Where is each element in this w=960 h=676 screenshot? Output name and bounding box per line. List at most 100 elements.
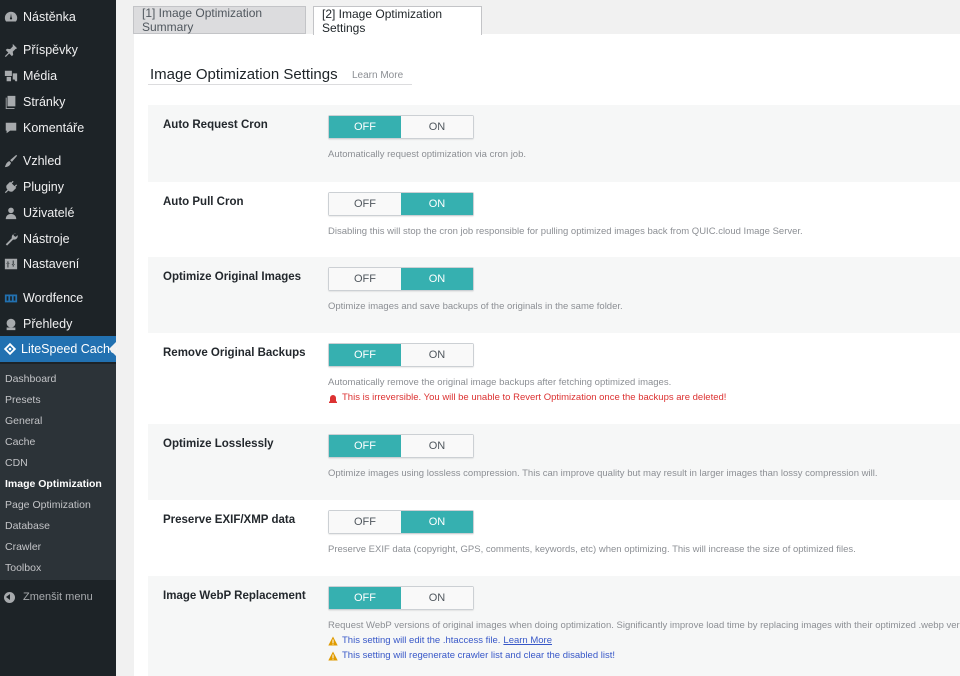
user-icon (3, 205, 19, 221)
sidebar-item-plugins[interactable]: Pluginy (0, 174, 116, 200)
collapse-menu-label: Zmenšit menu (23, 591, 93, 603)
sidebar-item-label: Nástroje (23, 232, 70, 246)
admin-sidebar: Nástěnka Příspěvky Média Stránky Komentá… (0, 0, 117, 676)
sidebar-item-appearance[interactable]: Vzhled (0, 148, 116, 174)
sidebar-item-label: Uživatelé (23, 206, 75, 220)
alarm-icon (329, 394, 337, 403)
setting-label: Image WebP Replacement (163, 590, 306, 602)
submenu-item-presets[interactable]: Presets (5, 394, 41, 406)
setting-label: Auto Pull Cron (163, 196, 244, 208)
toggle-on-option[interactable]: ON (401, 193, 473, 215)
toggle-off-option[interactable]: OFF (329, 511, 401, 533)
toggle-off-option[interactable]: OFF (329, 587, 401, 609)
submenu-item-general[interactable]: General (5, 415, 42, 427)
irreversible-warning: This is irreversible. You will be unable… (328, 392, 726, 403)
remove-original-backups-toggle[interactable]: OFF ON (328, 343, 474, 367)
optimize-original-images-toggle[interactable]: OFF ON (328, 267, 474, 291)
sidebar-item-media[interactable]: Média (0, 63, 116, 89)
submenu-item-image-optimization[interactable]: Image Optimization (5, 478, 102, 490)
sidebar-item-label: Přehledy (23, 317, 73, 331)
dashboard-icon (3, 9, 19, 25)
setting-row-preserve-exif: Preserve EXIF/XMP data OFF ON Preserve E… (148, 500, 960, 576)
toggle-off-option[interactable]: OFF (329, 344, 401, 366)
litespeed-icon (3, 341, 17, 357)
settings-panel: Image Optimization Settings Learn More A… (134, 34, 960, 676)
submenu-item-crawler[interactable]: Crawler (5, 541, 41, 553)
sidebar-item-litespeed-cache[interactable]: LiteSpeed Cache (0, 336, 117, 362)
setting-row-image-webp-replacement: Image WebP Replacement OFF ON Request We… (148, 576, 960, 676)
media-icon (3, 68, 19, 84)
notice-text: This setting will edit the .htaccess fil… (342, 635, 501, 646)
sidebar-item-comments[interactable]: Komentáře (0, 115, 116, 141)
submenu-item-toolbox[interactable]: Toolbox (5, 562, 41, 574)
sidebar-item-label: Stránky (23, 95, 66, 109)
pages-icon (3, 94, 19, 110)
toggle-on-option[interactable]: ON (401, 344, 473, 366)
setting-label: Optimize Losslessly (163, 438, 274, 450)
toggle-off-option[interactable]: OFF (329, 435, 401, 457)
optimize-losslessly-toggle[interactable]: OFF ON (328, 434, 474, 458)
toggle-on-option[interactable]: ON (401, 587, 473, 609)
brush-icon (3, 153, 19, 169)
title-divider (148, 84, 412, 85)
auto-request-cron-toggle[interactable]: OFF ON (328, 115, 474, 139)
sidebar-item-label: Nastavení (23, 257, 80, 271)
toggle-on-option[interactable]: ON (401, 268, 473, 290)
submenu-item-database[interactable]: Database (5, 520, 50, 532)
toggle-off-option[interactable]: OFF (329, 193, 401, 215)
setting-label: Remove Original Backups (163, 347, 306, 359)
setting-description: Preserve EXIF data (copyright, GPS, comm… (328, 544, 856, 555)
setting-description: Automatically remove the original image … (328, 377, 672, 388)
tab-image-optimization-settings[interactable]: [2] Image Optimization Settings (313, 6, 482, 35)
sidebar-item-wordfence[interactable]: Wordfence (0, 285, 116, 311)
tab-image-optimization-summary[interactable]: [1] Image Optimization Summary (133, 6, 306, 34)
preserve-exif-toggle[interactable]: OFF ON (328, 510, 474, 534)
sidebar-item-dashboard[interactable]: Nástěnka (0, 4, 116, 30)
comment-icon (3, 120, 19, 136)
sidebar-item-users[interactable]: Uživatelé (0, 200, 116, 226)
image-webp-replacement-toggle[interactable]: OFF ON (328, 586, 474, 610)
sidebar-item-settings[interactable]: Nastavení (0, 251, 116, 277)
setting-description: Optimize images using lossless compressi… (328, 468, 878, 479)
setting-row-optimize-losslessly: Optimize Losslessly OFF ON Optimize imag… (148, 424, 960, 500)
sidebar-item-label: Příspěvky (23, 43, 78, 57)
submenu-item-page-optimization[interactable]: Page Optimization (5, 499, 91, 511)
auto-pull-cron-toggle[interactable]: OFF ON (328, 192, 474, 216)
collapse-icon (4, 591, 15, 603)
pin-icon (3, 42, 19, 58)
sidebar-item-insights[interactable]: Přehledy (0, 311, 116, 337)
plugin-icon (3, 179, 19, 195)
sidebar-item-label: Nástěnka (23, 10, 76, 24)
setting-row-auto-pull-cron: Auto Pull Cron OFF ON Disabling this wil… (148, 182, 960, 257)
sidebar-item-posts[interactable]: Příspěvky (0, 37, 116, 63)
sidebar-item-label: LiteSpeed Cache (21, 342, 117, 356)
toggle-off-option[interactable]: OFF (329, 116, 401, 138)
submenu-item-cache[interactable]: Cache (5, 436, 35, 448)
setting-label: Optimize Original Images (163, 271, 302, 283)
warning-text: This is irreversible. You will be unable… (342, 392, 727, 403)
setting-row-auto-request-cron: Auto Request Cron OFF ON Automatically r… (148, 105, 960, 182)
sidebar-item-label: Média (23, 69, 58, 83)
setting-label: Preserve EXIF/XMP data (163, 514, 296, 526)
setting-description: Automatically request optimization via c… (328, 149, 527, 160)
submenu-item-cdn[interactable]: CDN (5, 457, 28, 469)
crawler-notice: This setting will regenerate crawler lis… (328, 650, 615, 661)
setting-label: Auto Request Cron (163, 119, 268, 131)
wordfence-icon (3, 290, 19, 306)
toggle-on-option[interactable]: ON (401, 435, 473, 457)
setting-description: Disabling this will stop the cron job re… (328, 226, 803, 237)
toggle-on-option[interactable]: ON (401, 116, 473, 138)
sidebar-item-pages[interactable]: Stránky (0, 89, 116, 115)
submenu-item-dashboard[interactable]: Dashboard (5, 373, 56, 385)
sidebar-item-tools[interactable]: Nástroje (0, 226, 116, 252)
sidebar-item-label: Komentáře (23, 121, 85, 135)
toggle-off-option[interactable]: OFF (329, 268, 401, 290)
learn-more-link[interactable]: Learn More (352, 70, 403, 81)
toggle-on-option[interactable]: ON (401, 511, 473, 533)
warning-icon (328, 636, 338, 645)
setting-description: Request WebP versions of original images… (328, 620, 960, 631)
setting-row-optimize-original-images: Optimize Original Images OFF ON Optimize… (148, 257, 960, 333)
htaccess-learn-more-link[interactable]: Learn More (503, 635, 552, 646)
sidebar-item-label: Wordfence (23, 291, 84, 305)
collapse-menu-button[interactable]: Zmenšit menu (0, 586, 116, 608)
